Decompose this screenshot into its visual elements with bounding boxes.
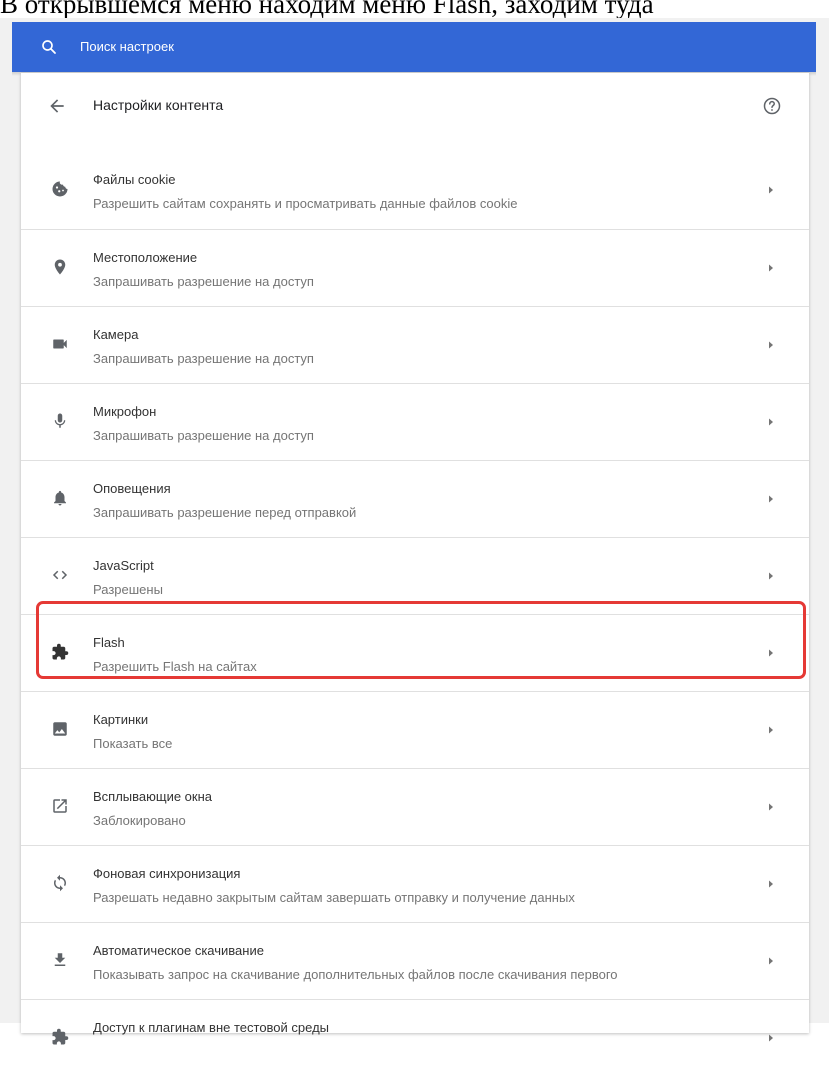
row-title: Камера [93,327,139,342]
row-subtitle: Запрашивать разрешение перед отправкой [93,505,357,520]
card-header: Настройки контента [21,73,809,137]
camera-icon [53,339,67,349]
chevron-right-icon [769,726,773,734]
chevron-right-icon [769,341,773,349]
settings-row-microphone[interactable]: Микрофон Запрашивать разрешение на досту… [21,383,809,460]
row-title: Всплывающие окна [93,789,213,804]
row-title: Местоположение [93,250,198,265]
row-subtitle: Запрашивать разрешение на доступ [93,428,314,443]
chevron-right-icon [769,264,773,272]
open-in-new-icon [53,799,67,813]
row-subtitle: Разрешать недавно закрытым сайтам заверш… [93,890,575,905]
chevron-right-icon [769,186,773,194]
row-title: Flash [93,635,125,650]
row-subtitle: Разрешены [93,582,163,597]
settings-row-unsandboxed-plugins[interactable]: Доступ к плагинам вне тестовой среды [21,999,809,1076]
settings-row-javascript[interactable]: JavaScript Разрешены [21,537,809,614]
row-title: Доступ к плагинам вне тестовой среды [93,1020,330,1035]
location-pin-icon [54,259,66,275]
microphone-icon [54,413,66,428]
settings-list: Файлы cookie Разрешить сайтам сохранять … [21,152,809,1076]
search-input[interactable] [80,22,780,72]
settings-row-auto-download[interactable]: Автоматическое скачивание Показывать зап… [21,922,809,999]
help-circle-icon[interactable] [762,96,782,116]
cookie-icon [52,181,68,197]
settings-row-location[interactable]: Местоположение Запрашивать разрешение на… [21,229,809,306]
settings-row-flash[interactable]: Flash Разрешить Flash на сайтах [21,614,809,691]
chevron-right-icon [769,880,773,888]
arrow-left-icon[interactable] [47,96,67,116]
chevron-right-icon [769,1034,773,1042]
settings-row-camera[interactable]: Камера Запрашивать разрешение на доступ [21,306,809,383]
page-caption: В открывшемся меню находим меню Flash, з… [0,0,654,19]
code-icon [52,570,68,580]
row-subtitle: Разрешить Flash на сайтах [93,659,257,674]
settings-row-images[interactable]: Картинки Показать все [21,691,809,768]
row-subtitle: Запрашивать разрешение на доступ [93,274,314,289]
settings-row-cookies[interactable]: Файлы cookie Разрешить сайтам сохранять … [21,152,809,229]
settings-row-popups[interactable]: Всплывающие окна Заблокировано [21,768,809,845]
row-title: Микрофон [93,404,157,419]
chevron-right-icon [769,957,773,965]
puzzle-icon [52,1028,69,1045]
chevron-right-icon [769,649,773,657]
row-subtitle: Запрашивать разрешение на доступ [93,351,314,366]
chevron-right-icon [769,803,773,811]
row-title: Оповещения [93,481,171,496]
sync-icon [54,874,66,892]
row-subtitle: Показывать запрос на скачивание дополнит… [93,967,618,982]
settings-row-notifications[interactable]: Оповещения Запрашивать разрешение перед … [21,460,809,537]
image-icon [53,722,67,736]
search-icon [42,40,56,54]
row-title: Файлы cookie [93,172,176,187]
search-bar [12,22,816,76]
content-settings-card: Настройки контента Файлы cookie Разрешит… [21,73,809,1045]
chevron-right-icon [769,572,773,580]
row-title: Автоматическое скачивание [93,943,264,958]
page-title: Настройки контента [93,97,224,113]
row-subtitle: Показать все [93,736,173,751]
row-title: Фоновая синхронизация [93,866,241,881]
row-subtitle: Разрешить сайтам сохранять и просматрива… [93,196,518,211]
row-subtitle: Заблокировано [93,813,186,828]
bell-icon [54,490,66,506]
settings-row-background-sync[interactable]: Фоновая синхронизация Разрешать недавно … [21,845,809,922]
puzzle-icon [52,643,69,660]
chevron-right-icon [769,418,773,426]
download-icon [54,953,66,966]
row-title: Картинки [93,712,149,727]
chevron-right-icon [769,495,773,503]
row-title: JavaScript [93,558,154,573]
